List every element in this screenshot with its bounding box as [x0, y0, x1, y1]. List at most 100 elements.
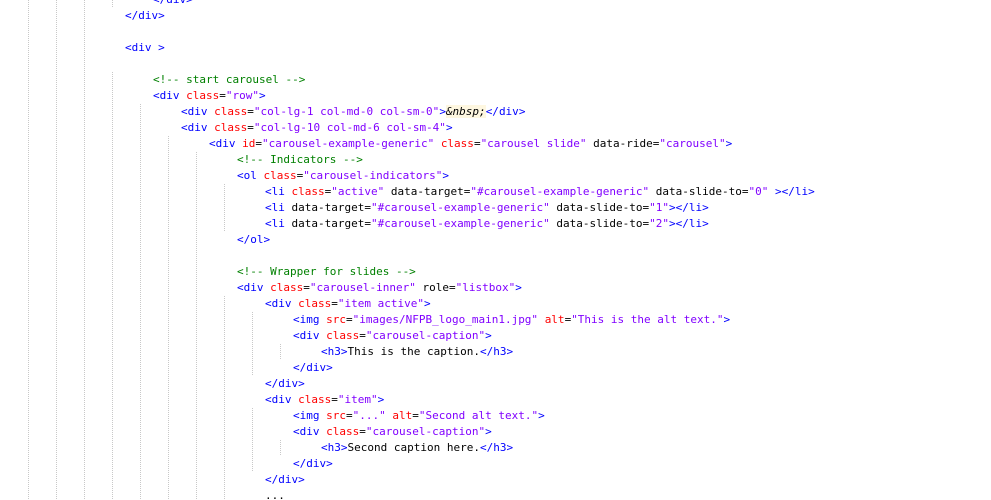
code-token-value: "item active" [337, 297, 424, 310]
code-token-tag: </ [293, 361, 307, 374]
code-token-eq: = [364, 201, 371, 214]
code-token-tag: > [808, 185, 815, 198]
code-token-tag: > [326, 457, 333, 470]
code-token-tag: < [209, 137, 216, 150]
code-token-tag: > [702, 201, 709, 214]
code-token-tag: < [321, 345, 328, 358]
code-token-tag: > [298, 473, 305, 486]
code-token-tag: < [293, 313, 300, 326]
code-token-plain: data-ride [586, 137, 653, 150]
code-token-eq: = [331, 393, 338, 406]
code-token-eq: = [303, 281, 310, 294]
code-token-name: div [187, 105, 208, 118]
code-token-tag: > [263, 233, 271, 246]
code-token-tag: </ [153, 0, 166, 6]
code-token-name: div [271, 297, 292, 310]
code-token-value: "active" [331, 185, 385, 198]
code-line: <div class="carousel-caption"> [293, 424, 492, 440]
code-editor[interactable]: </div></div><div ><!-- start carousel --… [0, 0, 991, 500]
code-line: <img src="images/NFPB_logo_main1.jpg" al… [293, 312, 730, 328]
code-token-value: "carousel-caption" [365, 329, 486, 342]
code-token-tag: ></ [669, 217, 689, 230]
code-line: </div> [153, 0, 193, 8]
code-token-value: "carousel slide" [480, 137, 587, 150]
code-token-tag: < [293, 409, 300, 422]
code-line: </div> [265, 472, 305, 488]
code-token-tag: < [265, 217, 272, 230]
code-token-tag: < [293, 329, 300, 342]
code-token-value: "carousel-caption" [365, 425, 486, 438]
code-token-name: div [278, 473, 299, 486]
code-line: <li data-target="#carousel-example-gener… [265, 200, 709, 216]
code-token-value: "#carousel-example-generic" [470, 185, 650, 198]
code-token-tag: < [265, 201, 272, 214]
code-token-name: div [306, 457, 327, 470]
code-token-value: "2" [649, 217, 670, 230]
code-token-tag: < [237, 281, 244, 294]
code-token-value: "This is the alt text." [571, 313, 724, 326]
code-token-name: li [271, 217, 285, 230]
code-token-tag: </ [265, 473, 279, 486]
code-token-value: "0" [748, 185, 769, 198]
code-token-attr: src [326, 313, 346, 326]
code-token-name: div [271, 393, 292, 406]
code-token-tag: > [515, 281, 522, 294]
code-line: <img src="..." alt="Second alt text."> [293, 408, 545, 424]
code-line: </div> [293, 360, 333, 376]
code-token-tag: > [186, 0, 193, 6]
code-token-plain: role [415, 281, 449, 294]
code-token-name: li [271, 201, 285, 214]
code-token-tag: > [702, 217, 709, 230]
code-token-tag: < [237, 169, 244, 182]
code-token-tag: > [518, 105, 526, 118]
code-token-attr: class [298, 297, 332, 310]
code-token-tag: > [725, 137, 733, 150]
code-token-attr: class [214, 121, 248, 134]
code-token-attr: class [291, 185, 325, 198]
code-token-name: div [278, 377, 299, 390]
code-line: <!-- Indicators --> [237, 152, 363, 168]
code-token-attr: class [298, 393, 332, 406]
code-token-eq: = [359, 425, 366, 438]
code-token-plain: data-slide-to [649, 185, 742, 198]
code-token-eq: = [255, 137, 262, 150]
code-token-name: div [215, 137, 236, 150]
code-token-tag: < [265, 297, 272, 310]
code-token-tag: > [445, 121, 453, 134]
code-token-name: div [299, 425, 320, 438]
code-token-eq: = [448, 281, 456, 294]
code-token-name: h3 [327, 441, 341, 454]
code-token-tag: </ [237, 233, 251, 246]
code-token-tag: > [485, 329, 492, 342]
code-line: <li class="active" data-target="#carouse… [265, 184, 815, 200]
code-token-tag: > [723, 313, 731, 326]
code-token-tag: </ [485, 105, 499, 118]
code-token-tag: </ [479, 345, 494, 358]
code-token-tag: < [265, 393, 272, 406]
code-token-tag: < [125, 41, 132, 54]
code-token-eq: = [473, 137, 481, 150]
code-line: <h3>Second caption here.</h3> [321, 440, 513, 456]
code-token-attr: class [214, 105, 248, 118]
code-token-tag: > [158, 9, 165, 22]
code-line: <div > [125, 40, 165, 56]
code-line: <div class="col-lg-10 col-md-6 col-sm-4"… [181, 120, 453, 136]
code-token-value: "carousel-example-generic" [262, 137, 435, 150]
code-token-name: h3 [493, 345, 507, 358]
code-line: <div class="item active"> [265, 296, 431, 312]
code-token-value: "col-lg-10 col-md-6 col-sm-4" [253, 121, 446, 134]
code-line: </div> [265, 376, 305, 392]
code-token-eq: = [219, 89, 226, 102]
code-token-value: "carousel-indicators" [303, 169, 443, 182]
code-line: <div class="carousel-caption"> [293, 328, 492, 344]
code-token-eq: = [741, 185, 749, 198]
code-token-attr: class [263, 169, 297, 182]
code-token-tag: > [423, 297, 431, 310]
code-token-tag: > [377, 393, 385, 406]
code-token-tag: > [439, 105, 446, 118]
code-token-value: "..." [352, 409, 386, 422]
code-token-value: "1" [649, 201, 670, 214]
code-token-tag: </ [479, 441, 494, 454]
